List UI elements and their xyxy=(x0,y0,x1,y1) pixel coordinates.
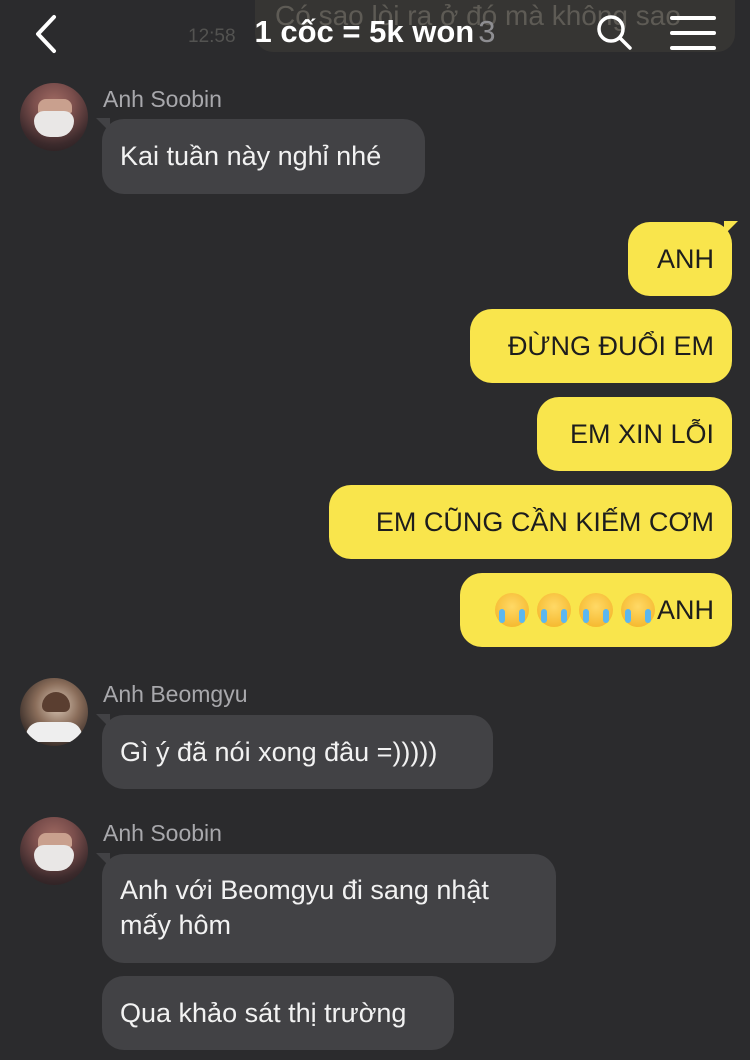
message-bubble-outgoing[interactable]: EM CŨNG CẦN KIẾM CƠM xyxy=(329,485,732,559)
scrolled-message-bubble: Có sao lòi ra ở đó mà không sao xyxy=(255,0,735,52)
message-text: ĐỪNG ĐUỔI EM xyxy=(507,330,714,361)
message-bubble-outgoing[interactable]: ANH xyxy=(628,222,732,296)
loudly-crying-face-icon xyxy=(578,593,613,627)
chat-header: Có sao lòi ra ở đó mà không sao 12:58 1 … xyxy=(0,0,750,68)
loudly-crying-face-icon xyxy=(494,593,529,627)
sender-name: Anh Beomgyu xyxy=(103,681,248,707)
message-bubble-outgoing[interactable]: ĐỪNG ĐUỔI EM xyxy=(470,309,732,383)
message-text: Gì ý đã nói xong đâu =))))) xyxy=(120,736,438,767)
message-text: Kai tuần này nghỉ nhé xyxy=(120,141,382,171)
hamburger-menu-line xyxy=(670,46,716,50)
message-text: EM CŨNG CẦN KIẾM CƠM xyxy=(375,506,714,537)
sender-name: Anh Soobin xyxy=(103,86,222,112)
avatar-soobin[interactable] xyxy=(20,83,88,151)
search-icon xyxy=(597,15,632,50)
message-bubble-outgoing[interactable]: ANH xyxy=(460,573,732,647)
chevron-left-icon xyxy=(36,15,56,53)
message-text: ANH xyxy=(656,243,714,274)
message-bubble-outgoing[interactable]: EM XIN LỖI xyxy=(537,397,732,471)
hamburger-menu-icon xyxy=(670,16,716,20)
hamburger-menu-line xyxy=(670,31,716,35)
message-text: EM XIN LỖI xyxy=(569,418,714,449)
search-button[interactable] xyxy=(592,10,636,54)
message-text: ANH xyxy=(656,594,714,625)
message-bubble-incoming[interactable]: Gì ý đã nói xong đâu =))))) xyxy=(102,715,493,789)
message-bubble-incoming[interactable]: Anh với Beomgyu đi sang nhật mấy hôm xyxy=(102,854,556,963)
avatar-soobin[interactable] xyxy=(20,817,88,885)
message-bubble-incoming[interactable]: Kai tuần này nghỉ nhé xyxy=(102,119,425,194)
loudly-crying-face-icon xyxy=(536,593,571,627)
message-text: Anh với Beomgyu đi sang nhật mấy hôm xyxy=(120,875,489,940)
message-bubble-incoming[interactable]: Qua khảo sát thị trường xyxy=(102,976,454,1050)
scrolled-message-time: 12:58 xyxy=(188,26,236,47)
sender-name: Anh Soobin xyxy=(103,820,222,846)
loudly-crying-face-icon xyxy=(620,593,655,627)
back-button[interactable] xyxy=(24,12,68,56)
message-text: Qua khảo sát thị trường xyxy=(120,997,407,1028)
avatar-beomgyu[interactable] xyxy=(20,678,88,746)
menu-button[interactable] xyxy=(670,12,716,54)
